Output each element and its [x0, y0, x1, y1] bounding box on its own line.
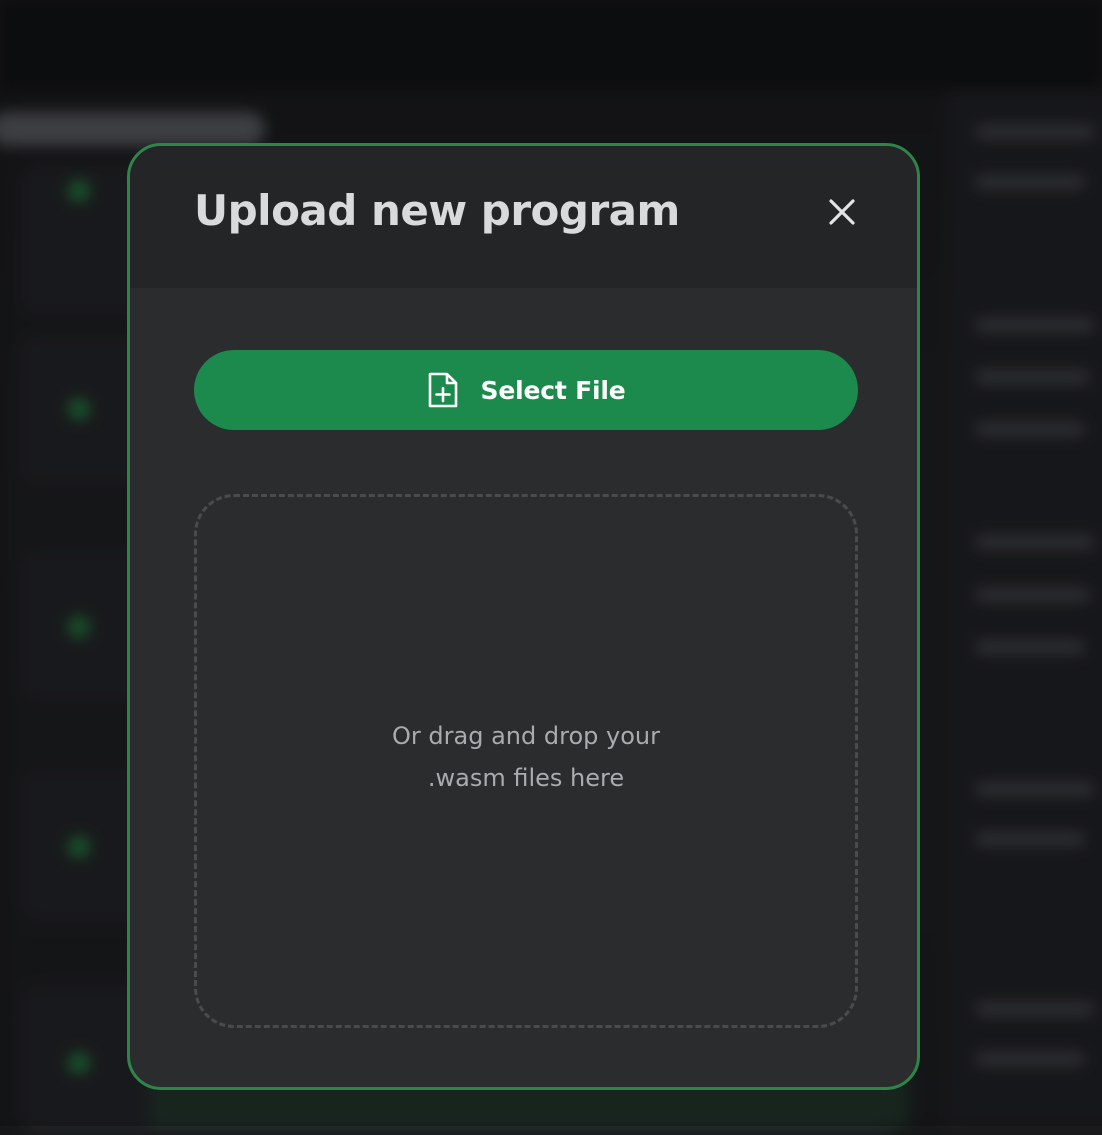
dropzone-text-line: Or drag and drop your: [392, 722, 660, 750]
select-file-button[interactable]: Select File: [194, 350, 858, 430]
dropzone-text-line: .wasm files here: [427, 764, 625, 792]
file-dropzone[interactable]: Or drag and drop your .wasm files here: [194, 494, 858, 1028]
dropzone-text: Or drag and drop your .wasm files here: [392, 715, 660, 799]
upload-program-modal: Upload new program Select File Or drag a…: [127, 143, 920, 1090]
close-icon: [829, 199, 855, 225]
select-file-label: Select File: [480, 375, 626, 405]
modal-header: Upload new program: [130, 146, 917, 288]
modal-title: Upload new program: [194, 186, 680, 235]
file-plus-icon: [428, 372, 457, 408]
close-button[interactable]: [823, 193, 861, 231]
